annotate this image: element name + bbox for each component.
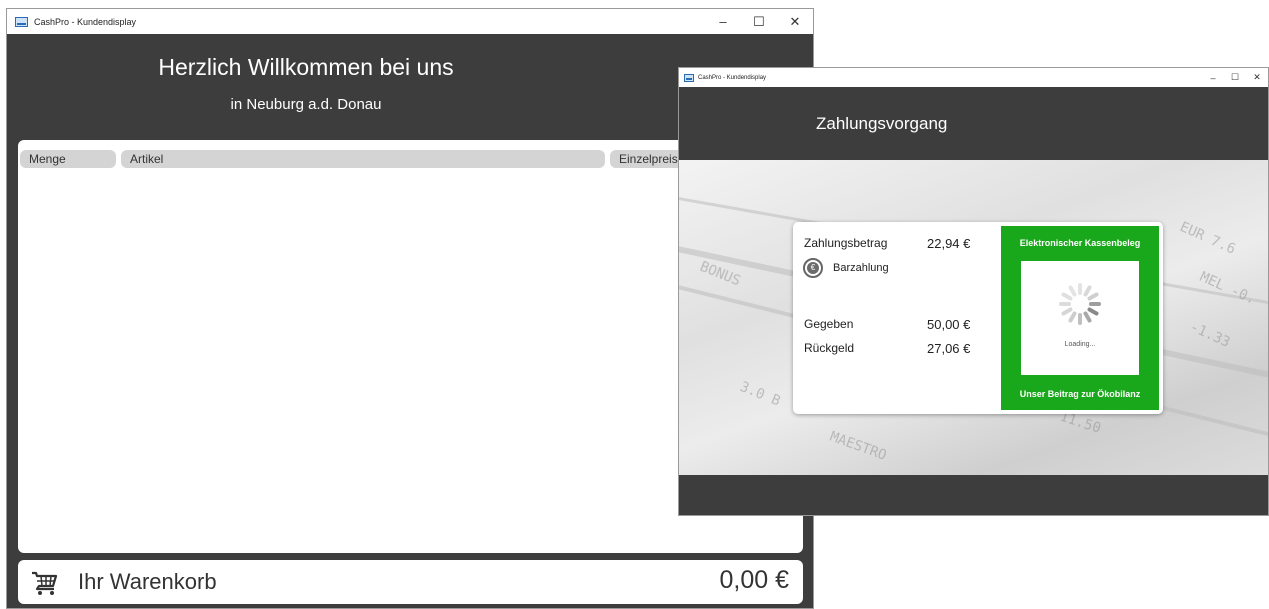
window-title: CashPro - Kundendisplay [34, 16, 137, 27]
payment-card: Zahlungsbetrag 22,94 € € Barzahlung Gege… [793, 222, 1163, 414]
payment-window: CashPro - Kundendisplay – ☐ ✕ Zahlungsvo… [678, 67, 1269, 516]
payment-title: Zahlungsvorgang [816, 114, 948, 133]
payment-footer-bar [679, 475, 1268, 515]
column-header-article: Artikel [121, 150, 605, 168]
window-controls: – ☐ ✕ [705, 9, 813, 34]
svg-text:3.0 B: 3.0 B [738, 379, 783, 410]
amount-value: 22,94 € [927, 236, 971, 251]
euro-coin-icon: € [803, 258, 823, 278]
electronic-receipt-panel: Elektronischer Kassenbeleg Loading... Un… [1001, 226, 1159, 410]
window-title: CashPro - Kundendisplay [698, 74, 767, 81]
app-icon [684, 73, 694, 82]
receipt-background-image: EUR 7.6 MEL -0. -1.33 3.0 B MAESTRO 11.5… [679, 160, 1268, 475]
close-button[interactable]: ✕ [777, 9, 813, 34]
loading-spinner-icon [1059, 283, 1101, 325]
loading-text: Loading... [1064, 341, 1096, 348]
cart-label: Ihr Warenkorb [78, 569, 217, 594]
change-label: Rückgeld [804, 341, 855, 355]
maximize-button[interactable]: ☐ [1224, 68, 1246, 87]
column-header-quantity: Menge [20, 150, 116, 168]
minimize-button[interactable]: – [705, 9, 741, 34]
cart-summary: Ihr Warenkorb 0,00 € [18, 560, 803, 604]
given-label: Gegeben [804, 317, 854, 331]
eco-balance-label: Unser Beitrag zur Ökobilanz [1019, 389, 1141, 399]
payment-header: Zahlungsvorgang [679, 87, 1268, 160]
svg-text:MEL -0.: MEL -0. [1197, 269, 1257, 308]
welcome-subtitle: in Neuburg a.d. Donau [230, 96, 382, 113]
app-icon [15, 16, 28, 27]
title-bar: CashPro - Kundendisplay – ☐ ✕ [679, 68, 1268, 87]
shopping-cart-icon [32, 571, 58, 595]
minimize-button[interactable]: – [1202, 68, 1224, 87]
payment-method: Barzahlung [833, 262, 889, 274]
given-value: 50,00 € [927, 317, 971, 332]
amount-label: Zahlungsbetrag [804, 236, 888, 250]
svg-text:MAESTRO: MAESTRO [828, 429, 889, 464]
svg-text:EUR 7.6: EUR 7.6 [1177, 219, 1237, 258]
change-value: 27,06 € [927, 341, 971, 356]
close-button[interactable]: ✕ [1246, 68, 1268, 87]
title-bar: CashPro - Kundendisplay – ☐ ✕ [7, 9, 813, 34]
window-controls: – ☐ ✕ [1202, 68, 1268, 87]
welcome-title: Herzlich Willkommen bei uns [158, 54, 454, 80]
electronic-receipt-title: Elektronischer Kassenbeleg [1019, 238, 1141, 248]
svg-text:-1.33: -1.33 [1187, 319, 1232, 351]
maximize-button[interactable]: ☐ [741, 9, 777, 34]
cart-total: 0,00 € [719, 566, 789, 594]
qr-code-placeholder: Loading... [1021, 261, 1139, 375]
